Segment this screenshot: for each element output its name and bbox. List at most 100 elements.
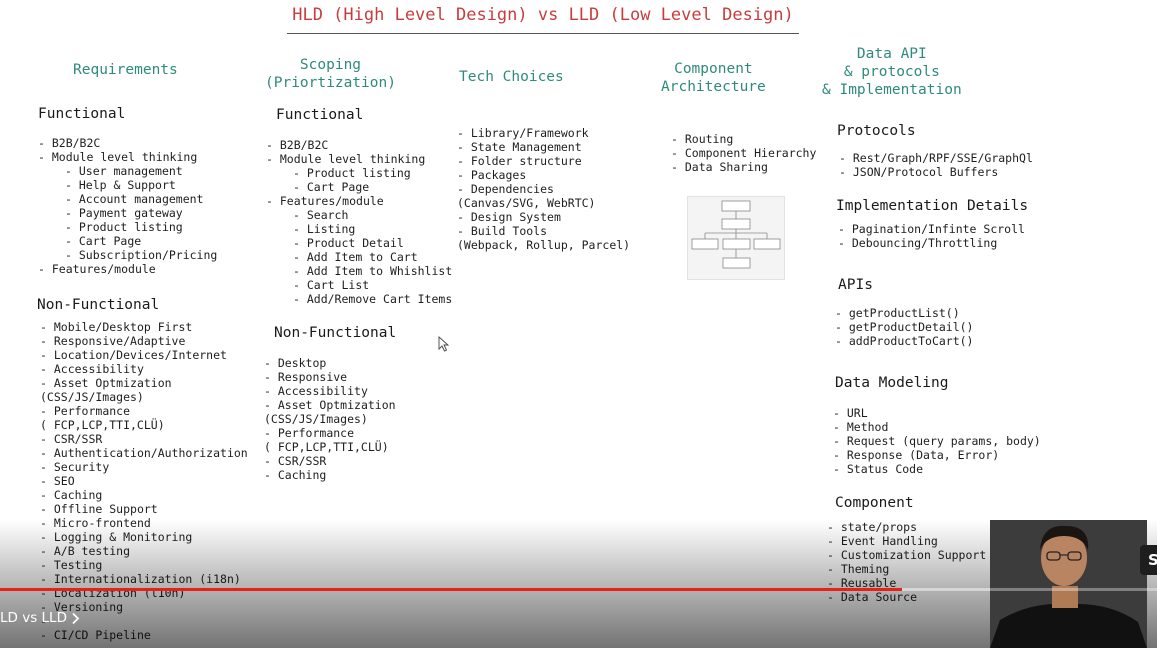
list-item: state/props xyxy=(827,520,986,534)
list-item: getProductList() xyxy=(835,306,973,320)
heading-tech-choices: Tech Choices xyxy=(459,69,564,85)
list-item: Customization Support xyxy=(827,548,986,562)
list-item: Add Item to Cart xyxy=(266,250,452,264)
component-list: state/propsEvent HandlingCustomization S… xyxy=(827,520,986,604)
list-item: State Management xyxy=(457,140,630,154)
list-item: Asset Optmization xyxy=(264,398,396,412)
list-item: Search xyxy=(266,208,452,222)
list-item: Method xyxy=(833,420,1041,434)
scoping-nonfunctional-heading: Non-Functional xyxy=(274,325,397,341)
list-item: Debouncing/Throttling xyxy=(838,236,1025,250)
chapter-label: LD vs LLD xyxy=(0,610,67,626)
requirements-functional-heading: Functional xyxy=(38,106,126,122)
mouse-cursor-icon xyxy=(438,336,450,352)
list-item: Micro-frontend xyxy=(40,516,248,530)
list-item: CSR/SSR xyxy=(264,454,396,468)
list-item: Component Hierarchy xyxy=(671,146,817,160)
list-item: (Canvas/SVG, WebRTC) xyxy=(457,196,596,210)
heading-scoping: Scoping (Priortization) xyxy=(265,57,396,91)
data-modeling-heading: Data Modeling xyxy=(835,375,949,391)
side-overlay-button[interactable]: S xyxy=(1140,545,1157,575)
requirements-functional-list: B2B/B2CModule level thinkingUser managem… xyxy=(38,136,217,276)
chevron-right-icon xyxy=(72,612,80,624)
list-item: Cart Page xyxy=(266,180,452,194)
heading-data-api: Data API & protocols & Implementation xyxy=(822,46,962,98)
scoping-nonfunctional-list: DesktopResponsiveAccessibilityAsset Optm… xyxy=(264,356,396,482)
list-item: addProductToCart() xyxy=(835,334,974,348)
scoping-functional-heading: Functional xyxy=(276,107,364,123)
progress-played[interactable] xyxy=(0,588,903,591)
list-item: JSON/Protocol Buffers xyxy=(839,165,1033,179)
list-item: Data Sharing xyxy=(671,160,816,174)
list-item: Build Tools xyxy=(457,224,630,238)
chapter-button[interactable]: LD vs LLD xyxy=(0,610,80,626)
list-item: Theming xyxy=(827,562,986,576)
list-item: Pagination/Infinte Scroll xyxy=(838,222,1025,236)
scoping-functional-list: B2B/B2CModule level thinkingProduct list… xyxy=(266,138,452,306)
data-modeling-list: URLMethodRequest (query params, body)Res… xyxy=(833,406,1041,476)
list-item: Cart Page xyxy=(38,234,217,248)
list-item: Accessibility xyxy=(264,384,396,398)
list-item: Module level thinking xyxy=(38,150,217,164)
list-item: CSR/SSR xyxy=(40,432,248,446)
list-item: B2B/B2C xyxy=(266,138,452,152)
list-item: Asset Optmization xyxy=(40,376,248,390)
requirements-nonfunctional-heading: Non-Functional xyxy=(37,297,160,313)
list-item: Add Item to Whishlist xyxy=(266,264,452,278)
protocols-list: Rest/Graph/RPF/SSE/GraphQlJSON/Protocol … xyxy=(839,151,1033,179)
list-item: Library/Framework xyxy=(457,126,630,140)
list-item: Listing xyxy=(266,222,452,236)
list-item: Accessibility xyxy=(40,362,248,376)
list-item: Responsive/Adaptive xyxy=(40,334,248,348)
list-item: Desktop xyxy=(264,356,396,370)
protocols-heading: Protocols xyxy=(837,123,916,139)
list-item: getProductDetail() xyxy=(835,320,974,334)
list-item: ( FCP,LCP,TTI,CLÜ) xyxy=(264,440,389,454)
list-item: Data Source xyxy=(827,590,986,604)
list-item: Performance xyxy=(264,426,396,440)
component-architecture-list: RoutingComponent HierarchyData Sharing xyxy=(671,132,817,174)
list-item: Responsive xyxy=(264,370,396,384)
list-item: Dependencies xyxy=(457,182,630,196)
list-item: URL xyxy=(833,406,1041,420)
list-item: (Webpack, Rollup, Parcel) xyxy=(457,238,631,252)
list-item: A/B testing xyxy=(40,544,248,558)
list-item: Caching xyxy=(264,468,396,482)
list-item: Location/Devices/Internet xyxy=(40,348,248,362)
list-item: Product Detail xyxy=(266,236,452,250)
diagram-graphic xyxy=(691,200,781,269)
title-underline xyxy=(287,33,799,34)
apis-heading: APIs xyxy=(838,277,873,293)
list-item: ( FCP,LCP,TTI,CLÜ) xyxy=(40,418,165,432)
list-item: Help & Support xyxy=(38,178,217,192)
list-item: Add/Remove Cart Items xyxy=(266,292,452,306)
list-item: Response (Data, Error) xyxy=(833,448,1041,462)
list-item: Product listing xyxy=(266,166,452,180)
list-item: Event Handling xyxy=(827,534,986,548)
slide-title: HLD (High Level Design) vs LLD (Low Leve… xyxy=(292,5,794,25)
list-item: SEO xyxy=(40,474,248,488)
list-item: B2B/B2C xyxy=(38,136,217,150)
list-item: User management xyxy=(38,164,217,178)
list-item: Performance xyxy=(40,404,248,418)
list-item: Cart List xyxy=(266,278,452,292)
list-item: (CSS/JS/Images) xyxy=(40,390,144,404)
component-heading: Component xyxy=(835,495,914,511)
list-item: Security xyxy=(40,460,248,474)
list-item: Account management xyxy=(38,192,217,206)
list-item: Authentication/Authorization xyxy=(40,446,248,460)
implementation-heading: Implementation Details xyxy=(836,198,1029,214)
apis-list: getProductList()getProductDetail()addPro… xyxy=(835,306,974,348)
list-item: Rest/Graph/RPF/SSE/GraphQl xyxy=(839,151,1033,165)
list-item: Caching xyxy=(40,488,248,502)
list-item: Offline Support xyxy=(40,502,248,516)
list-item: Testing xyxy=(40,558,248,572)
list-item: Internationalization (i18n) xyxy=(40,572,248,586)
list-item: Logging & Monitoring xyxy=(40,530,248,544)
list-item: Features/module xyxy=(38,262,217,276)
list-item: Packages xyxy=(457,168,630,182)
component-hierarchy-diagram xyxy=(687,196,785,280)
list-item: (CSS/JS/Images) xyxy=(264,412,368,426)
requirements-nonfunctional-list: Mobile/Desktop FirstResponsive/AdaptiveL… xyxy=(40,320,248,642)
heading-component-architecture: Component Architecture xyxy=(661,61,766,95)
